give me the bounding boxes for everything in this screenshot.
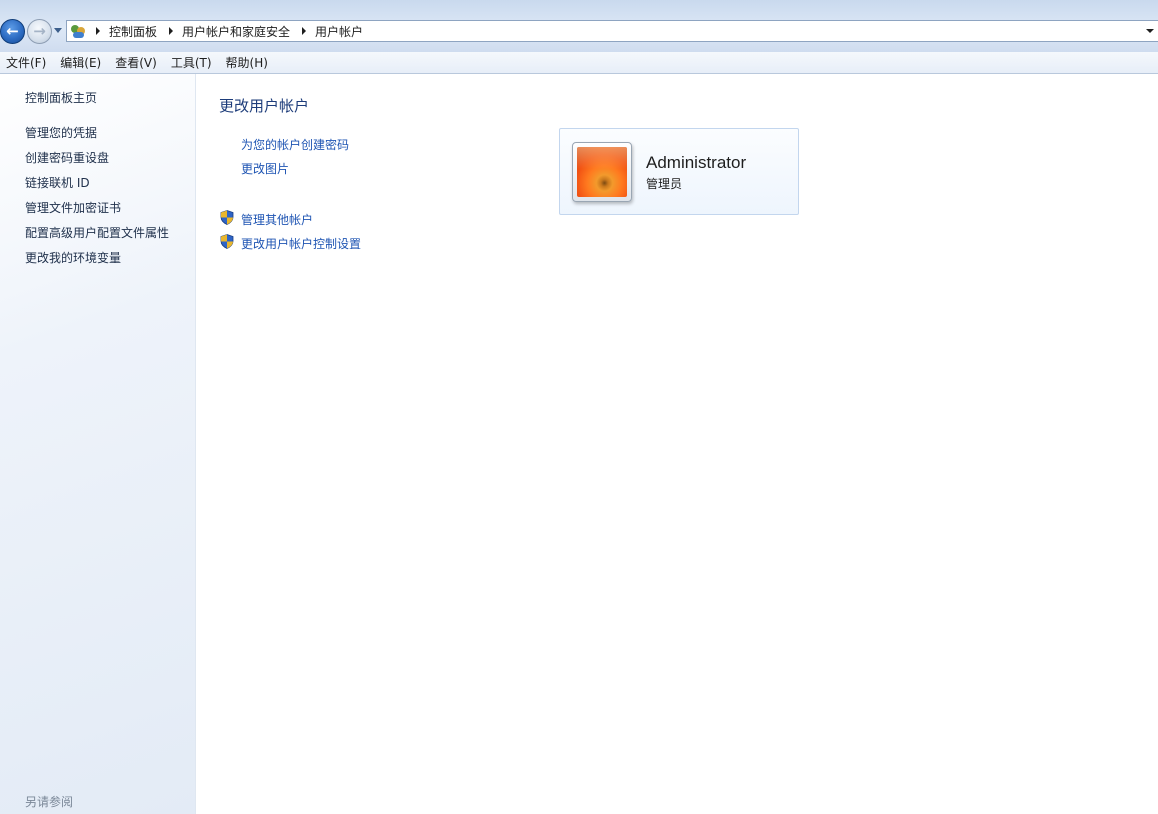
account-type: 管理员	[646, 177, 683, 191]
arrow-right-icon: →	[33, 22, 46, 40]
uac-shield-icon	[220, 234, 234, 249]
advanced-profile-properties-link[interactable]: 配置高级用户配置文件属性	[25, 224, 169, 241]
breadcrumb-control-panel[interactable]: 控制面板	[109, 23, 157, 40]
left-task-pane: 控制面板主页 管理您的凭据 创建密码重设盘 链接联机 ID 管理文件加密证书 配…	[0, 74, 196, 814]
address-bar[interactable]: 控制面板 用户帐户和家庭安全 用户帐户	[66, 20, 1158, 42]
breadcrumb-chevron-icon[interactable]	[169, 27, 174, 35]
back-button[interactable]: ←	[0, 19, 25, 44]
user-accounts-icon	[70, 23, 87, 39]
menu-view[interactable]: 查看(V)	[109, 54, 165, 71]
address-dropdown-icon[interactable]	[1146, 29, 1154, 33]
change-picture-link[interactable]: 更改图片	[241, 160, 289, 177]
environment-variables-link[interactable]: 更改我的环境变量	[25, 249, 121, 266]
create-password-link[interactable]: 为您的帐户创建密码	[241, 136, 349, 153]
menu-help[interactable]: 帮助(H)	[220, 54, 276, 71]
menu-edit[interactable]: 编辑(E)	[54, 54, 109, 71]
change-uac-settings-link[interactable]: 更改用户帐户控制设置	[241, 235, 361, 252]
create-password-reset-disk-link[interactable]: 创建密码重设盘	[25, 149, 109, 166]
control-panel-home-link[interactable]: 控制面板主页	[25, 89, 97, 106]
breadcrumb-chevron-icon[interactable]	[96, 27, 100, 35]
breadcrumb-user-accounts[interactable]: 用户帐户	[315, 23, 363, 40]
page-title: 更改用户帐户	[219, 97, 310, 115]
account-name: Administrator	[646, 153, 747, 172]
recent-pages-dropdown[interactable]	[54, 28, 62, 33]
flower-avatar-icon	[577, 147, 627, 197]
see-also-heading: 另请参阅	[25, 795, 74, 809]
manage-other-accounts-link[interactable]: 管理其他帐户	[241, 211, 313, 228]
uac-shield-icon	[220, 210, 234, 225]
forward-button[interactable]: →	[27, 19, 52, 44]
manage-credentials-link[interactable]: 管理您的凭据	[25, 124, 97, 141]
navigation-bar: ← → 控制面板 用户帐户和家庭安全 用户帐户	[0, 0, 1158, 52]
link-online-id-link[interactable]: 链接联机 ID	[25, 174, 90, 191]
breadcrumb-chevron-icon[interactable]	[302, 27, 307, 35]
manage-encryption-certificates-link[interactable]: 管理文件加密证书	[25, 199, 121, 216]
avatar[interactable]	[572, 142, 632, 202]
breadcrumb-user-accounts-family-safety[interactable]: 用户帐户和家庭安全	[182, 23, 290, 40]
menu-bar: 文件(F) 编辑(E) 查看(V) 工具(T) 帮助(H)	[0, 52, 1158, 74]
arrow-left-icon: ←	[6, 22, 19, 40]
menu-tools[interactable]: 工具(T)	[165, 54, 220, 71]
account-tile[interactable]: Administrator 管理员	[559, 128, 799, 215]
menu-file[interactable]: 文件(F)	[0, 54, 54, 71]
